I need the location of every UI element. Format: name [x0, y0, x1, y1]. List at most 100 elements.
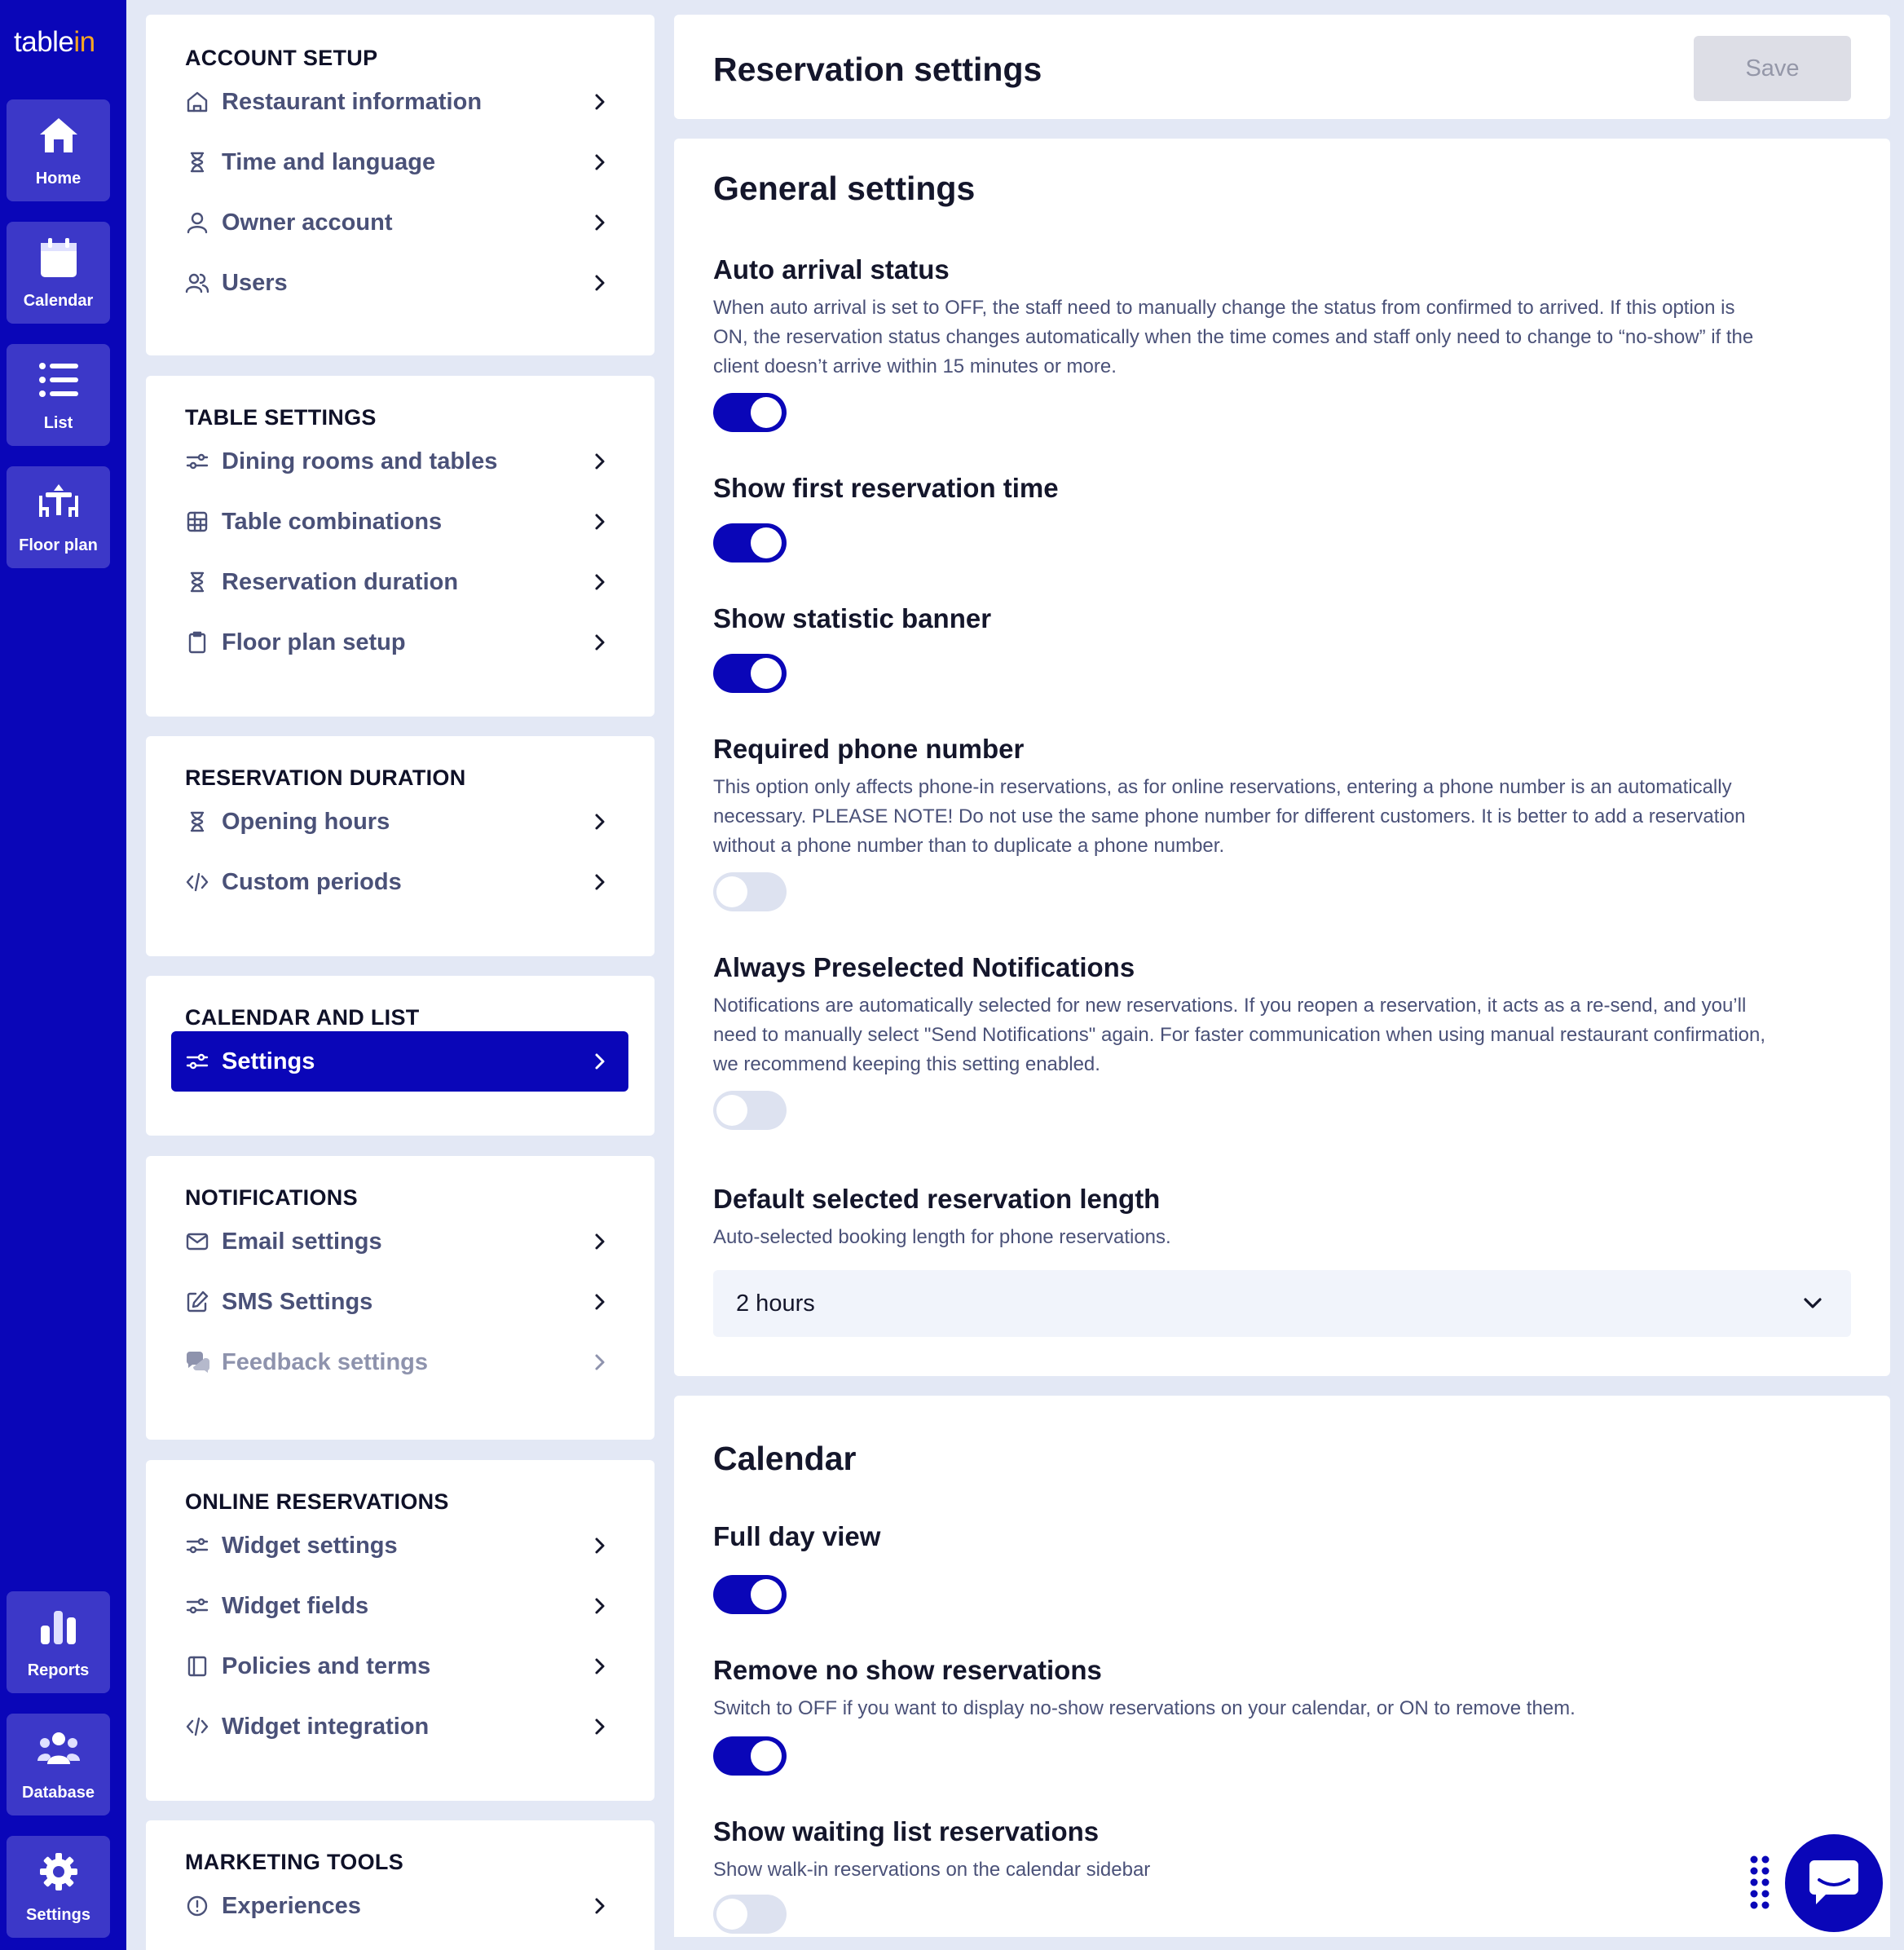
- menu-item[interactable]: Table combinations: [171, 492, 628, 552]
- rail-floor-plan-button[interactable]: Floor plan: [7, 466, 110, 568]
- rail-calendar-button[interactable]: Calendar: [7, 222, 110, 324]
- menu-item[interactable]: Time and language: [171, 132, 628, 192]
- rail-home-button[interactable]: Home: [7, 99, 110, 201]
- chevron-right-icon: [589, 1051, 610, 1072]
- setting-description: Show walk-in reservations on the calenda…: [713, 1859, 1151, 1881]
- menu-item-label: Opening hours: [222, 808, 390, 835]
- chat-bubbles-icon: [185, 1350, 209, 1374]
- rail-database-button[interactable]: Database: [7, 1714, 110, 1815]
- menu-section-title: RESERVATION DURATION: [185, 765, 466, 790]
- page-title: Reservation settings: [713, 51, 1042, 88]
- menu-item[interactable]: Feedback settings: [171, 1332, 628, 1392]
- logo-text-b: in: [73, 26, 95, 58]
- menu-item[interactable]: SMS Settings: [171, 1272, 628, 1332]
- setting-description: ON, the reservation status changes autom…: [713, 326, 1754, 348]
- menu-item-label: Feedback settings: [222, 1348, 429, 1375]
- reservation-length-select[interactable]: 2 hours: [713, 1270, 1851, 1337]
- menu-section: NOTIFICATIONS Email settings SMS Settings F…: [146, 1156, 654, 1440]
- menu-item[interactable]: Settings: [171, 1031, 628, 1092]
- menu-item[interactable]: Users: [171, 253, 628, 313]
- drag-handle[interactable]: [1749, 1855, 1770, 1909]
- setting-toggle[interactable]: [713, 654, 787, 693]
- logo-text-a: table: [14, 26, 74, 58]
- edit-icon: [185, 1290, 209, 1314]
- rail-reports-button[interactable]: Reports: [7, 1591, 110, 1693]
- menu-item-label: Email settings: [222, 1228, 382, 1255]
- chat-support-button[interactable]: [1785, 1834, 1883, 1932]
- sliders-icon: [185, 1049, 209, 1074]
- setting-description: Auto-selected booking length for phone r…: [713, 1226, 1171, 1248]
- user-icon: [185, 210, 209, 235]
- setting-description: client doesn’t arrive within 15 minutes …: [713, 355, 1117, 377]
- menu-item[interactable]: Restaurant information: [171, 72, 628, 132]
- section-title: Calendar: [713, 1440, 857, 1477]
- toggle-knob: [751, 397, 782, 428]
- menu-item[interactable]: Owner account: [171, 192, 628, 253]
- rail-label: Home: [35, 170, 82, 188]
- menu-item-label: Table combinations: [222, 508, 443, 535]
- menu-item[interactable]: Experiences: [171, 1876, 628, 1936]
- setting-toggle[interactable]: [713, 393, 787, 432]
- menu-item-label: Time and language: [222, 148, 436, 175]
- setting-toggle[interactable]: [713, 1091, 787, 1130]
- menu-item[interactable]: Widget integration: [171, 1696, 628, 1757]
- setting-title: Default selected reservation length: [713, 1184, 1161, 1214]
- setting-description: Notifications are automatically selected…: [713, 995, 1747, 1017]
- menu-item[interactable]: Reservation duration: [171, 552, 628, 612]
- menu-item[interactable]: Widget settings: [171, 1515, 628, 1576]
- save-button[interactable]: Save: [1694, 36, 1851, 101]
- menu-item[interactable]: Floor plan setup: [171, 612, 628, 673]
- menu-item[interactable]: Policies and terms: [171, 1636, 628, 1696]
- chevron-right-icon: [589, 571, 610, 593]
- menu-item-label: Users: [222, 269, 288, 296]
- code-icon: [185, 1714, 209, 1739]
- toggle-knob: [751, 527, 782, 558]
- menu-item[interactable]: Dining rooms and tables: [171, 431, 628, 492]
- chevron-right-icon: [589, 871, 610, 893]
- setting-toggle[interactable]: [713, 872, 787, 911]
- chevron-right-icon: [589, 1716, 610, 1737]
- sliders-icon: [185, 1594, 209, 1618]
- setting-toggle[interactable]: [713, 523, 787, 562]
- rail-label: Floor plan: [19, 536, 98, 554]
- users-icon: [185, 271, 209, 295]
- rail-list-button[interactable]: List: [7, 344, 110, 446]
- app-logo[interactable]: tablein: [14, 26, 95, 59]
- menu-item[interactable]: Widget fields: [171, 1576, 628, 1636]
- chevron-right-icon: [589, 1231, 610, 1252]
- menu-section: RESERVATION DURATION Opening hours Custom …: [146, 736, 654, 956]
- menu-item[interactable]: Custom periods: [171, 852, 628, 912]
- mail-icon: [185, 1229, 209, 1254]
- chevron-right-icon: [589, 1352, 610, 1373]
- menu-section: MARKETING TOOLS Experiences: [146, 1820, 654, 1950]
- setting-toggle[interactable]: [713, 1736, 787, 1776]
- rail-label: Calendar: [23, 292, 94, 310]
- grid-icon: [185, 510, 209, 534]
- toggle-knob: [751, 658, 782, 689]
- toggle-knob: [751, 1579, 782, 1610]
- menu-section-title: ACCOUNT SETUP: [185, 46, 378, 70]
- hourglass-icon: [185, 570, 209, 594]
- app-nav-rail: tablein Home Calendar List Floor plan Re…: [0, 0, 126, 1950]
- menu-item[interactable]: Opening hours: [171, 792, 628, 852]
- setting-toggle[interactable]: [713, 1575, 787, 1614]
- general-settings-card: General settings Auto arrival status When…: [674, 139, 1890, 1376]
- header-card: Reservation settings Save: [674, 15, 1890, 119]
- chevron-right-icon: [589, 811, 610, 832]
- menu-section: ACCOUNT SETUP Restaurant information Time …: [146, 15, 654, 355]
- setting-description: we recommend keeping this setting enable…: [713, 1053, 1100, 1075]
- menu-item[interactable]: Email settings: [171, 1211, 628, 1272]
- menu-item-label: Widget fields: [222, 1592, 369, 1619]
- calendar-icon: [40, 238, 77, 277]
- setting-title: Show waiting list reservations: [713, 1816, 1100, 1846]
- menu-section: ONLINE RESERVATIONS Widget settings Widget…: [146, 1460, 654, 1801]
- chevron-right-icon: [589, 272, 610, 293]
- chevron-right-icon: [589, 1656, 610, 1677]
- setting-title: Auto arrival status: [713, 254, 950, 285]
- setting-toggle[interactable]: [713, 1895, 787, 1934]
- database-icon: [37, 1732, 80, 1764]
- setting-description: Switch to OFF if you want to display no-…: [713, 1697, 1576, 1719]
- menu-item-label: Custom periods: [222, 868, 402, 895]
- menu-item-label: Dining rooms and tables: [222, 448, 498, 474]
- rail-settings-button[interactable]: Settings: [7, 1836, 110, 1938]
